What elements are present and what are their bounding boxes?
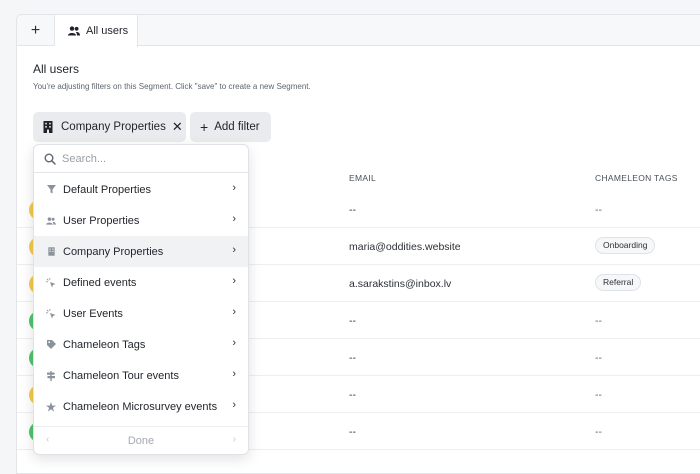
menu-item-company-properties[interactable]: Company Properties › (34, 236, 248, 267)
email-cell: -- (349, 352, 356, 364)
tag-badge: Onboarding (595, 237, 656, 254)
menu-item-label: Default Properties (63, 183, 152, 196)
tab-all-users[interactable]: All users (55, 15, 138, 47)
add-filter-label: Add filter (214, 121, 260, 133)
email-cell: -- (349, 426, 356, 438)
menu-item-chameleon-tour-events[interactable]: Chameleon Tour events › (34, 360, 248, 391)
building-icon (46, 247, 56, 257)
tab-bar: + All users (17, 15, 700, 47)
plus-icon: + (200, 119, 209, 135)
filter-chip-company-properties[interactable]: Company Properties ✕ (33, 112, 186, 142)
cursor-click-icon (46, 277, 56, 288)
funnel-icon (46, 185, 56, 195)
tags-cell: -- (595, 426, 602, 438)
menu-item-chameleon-tags[interactable]: Chameleon Tags › (34, 329, 248, 360)
menu-item-label: Company Properties (63, 245, 164, 258)
column-header-chameleon-tags[interactable]: CHAMELEON TAGS (595, 173, 678, 183)
dropdown-search (34, 145, 248, 173)
email-cell: maria@oddities.website (349, 241, 461, 253)
search-input[interactable] (62, 152, 222, 165)
tags-cell: -- (595, 389, 602, 401)
menu-item-label: User Properties (63, 214, 140, 227)
email-cell: a.sarakstins@inbox.lv (349, 278, 452, 290)
chevron-right-icon: › (232, 337, 236, 349)
menu-item-label: Chameleon Tags (63, 338, 146, 351)
chevron-right-icon: › (232, 399, 236, 411)
chevron-right-icon: › (232, 306, 236, 318)
tag-icon (46, 340, 56, 350)
page-title: All users (33, 62, 80, 76)
menu-item-user-properties[interactable]: User Properties › (34, 205, 248, 236)
tab-label: All users (86, 25, 129, 37)
tag-badge: Referral (595, 274, 642, 291)
search-icon (44, 153, 56, 165)
users-icon (46, 216, 56, 226)
previous-arrow-icon[interactable]: ‹ (46, 434, 49, 445)
add-filter-button[interactable]: + Add filter (190, 112, 271, 142)
tags-cell: -- (595, 204, 602, 216)
menu-item-label: Chameleon Tour events (63, 369, 179, 382)
chevron-right-icon: › (232, 244, 236, 256)
tags-cell: -- (595, 315, 602, 327)
menu-item-label: Defined events (63, 276, 137, 289)
chevron-right-icon: › (232, 182, 236, 194)
signpost-icon (46, 370, 56, 381)
chevron-right-icon: › (232, 368, 236, 380)
column-header-email[interactable]: EMAIL (349, 173, 376, 183)
cursor-click-icon (46, 308, 56, 319)
page-subtitle: You're adjusting filters on this Segment… (33, 82, 311, 91)
filter-chip-label: Company Properties (61, 121, 166, 133)
filter-dropdown: Default Properties›User Properties›Compa… (33, 144, 249, 455)
main-panel: + All users All users You're adjusting f… (16, 14, 700, 474)
star-icon (46, 401, 56, 412)
users-icon (68, 26, 80, 36)
add-tab-button[interactable]: + (17, 15, 55, 46)
chevron-right-icon: › (232, 275, 236, 287)
dropdown-footer: ‹ Done › (34, 426, 248, 454)
tags-cell: -- (595, 352, 602, 364)
next-arrow-icon[interactable]: › (233, 434, 236, 445)
menu-item-user-events[interactable]: User Events › (34, 298, 248, 329)
email-cell: -- (349, 389, 356, 401)
menu-item-chameleon-microsurvey-events[interactable]: Chameleon Microsurvey events › (34, 391, 248, 422)
chevron-right-icon: › (232, 213, 236, 225)
menu-item-defined-events[interactable]: Defined events › (34, 267, 248, 298)
remove-filter-button[interactable]: ✕ (172, 119, 183, 135)
menu-item-label: User Events (63, 307, 123, 320)
menu-item-label: Chameleon Microsurvey events (63, 400, 218, 413)
done-button[interactable]: Done (128, 435, 154, 447)
menu-item-default-properties[interactable]: Default Properties › (34, 174, 248, 205)
email-cell: -- (349, 315, 356, 327)
email-cell: -- (349, 204, 356, 216)
building-icon (43, 121, 53, 133)
